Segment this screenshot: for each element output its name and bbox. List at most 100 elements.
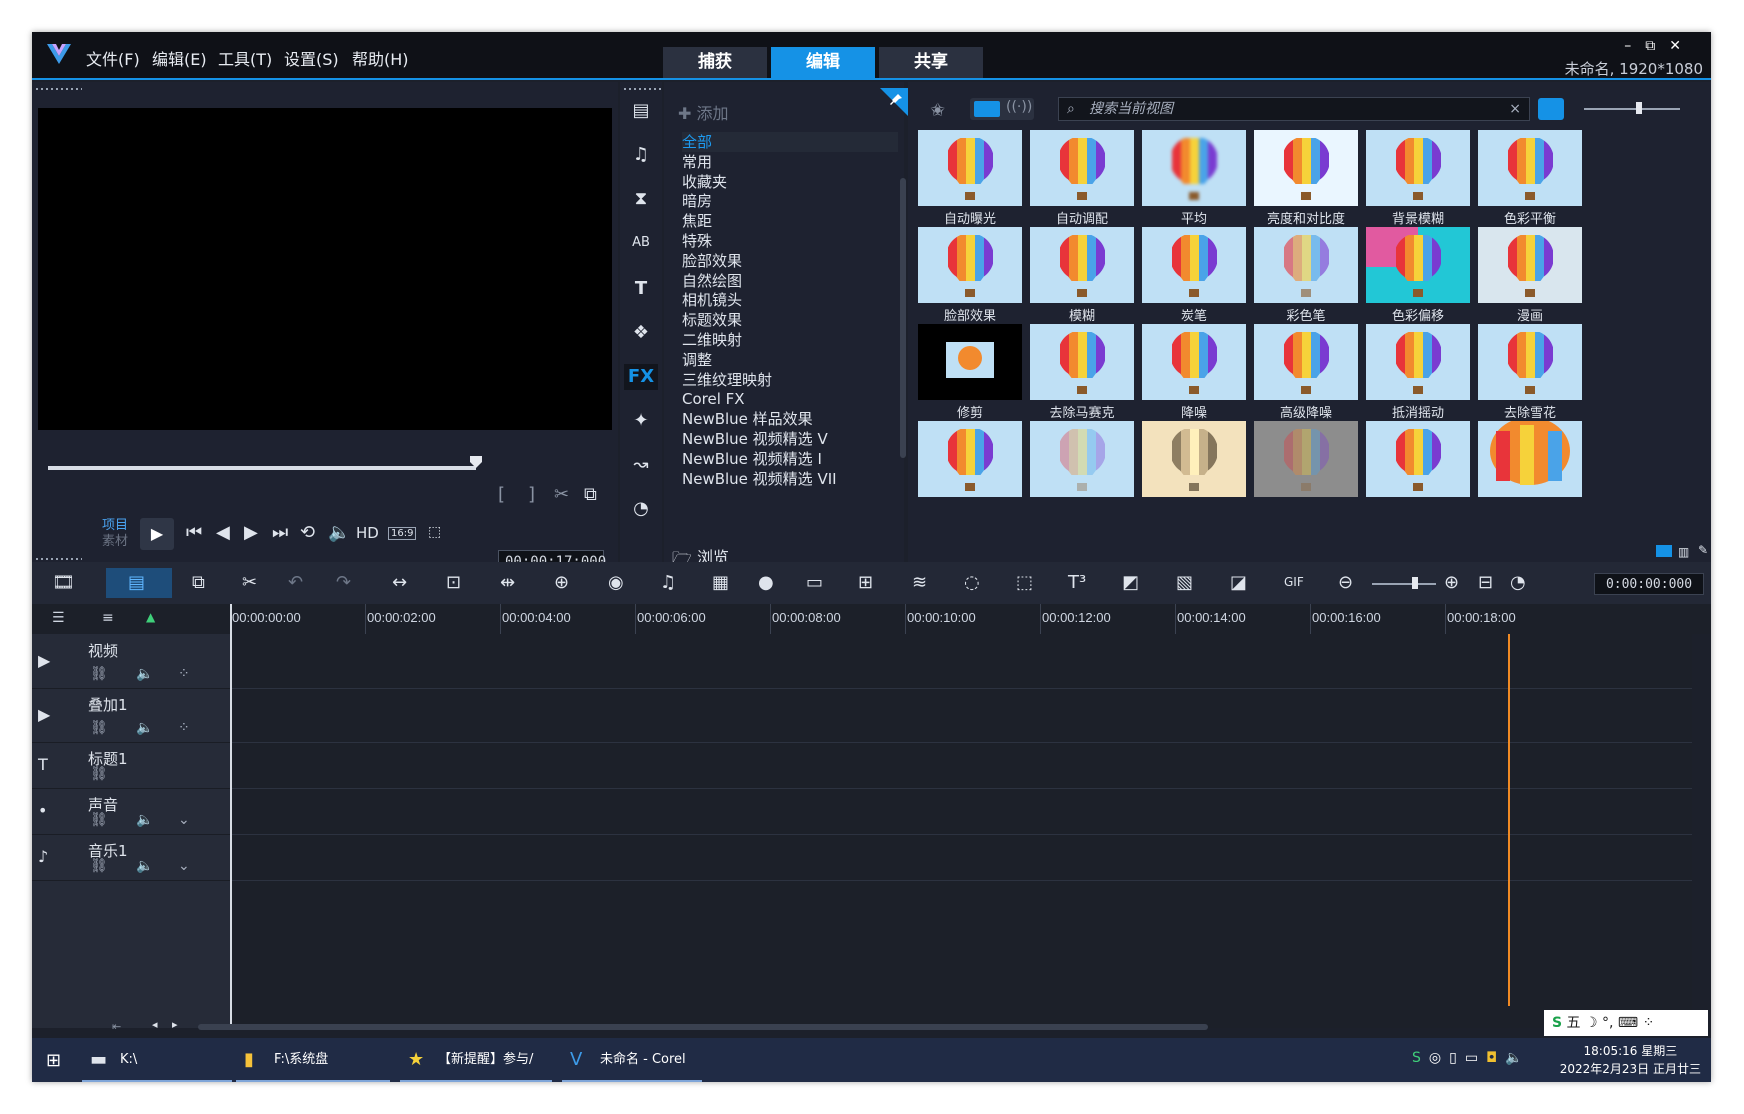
link-icon[interactable]: ⛓ — [90, 666, 108, 682]
add-category-button[interactable]: ✚ 添加 — [678, 100, 729, 124]
subtitle-icon[interactable]: ▭ — [806, 572, 823, 593]
link-icon[interactable]: ⛓ — [90, 766, 108, 782]
mute-icon[interactable]: 🔈 — [136, 858, 153, 874]
3d-title-icon[interactable]: T³ — [1068, 572, 1086, 593]
repeat-icon[interactable]: ⟲ — [300, 522, 315, 543]
effect-thumbnail[interactable]: 炭笔 — [1138, 223, 1250, 324]
list-view-icon[interactable] — [1538, 98, 1564, 120]
previous-frame-icon[interactable]: ◀ — [216, 522, 230, 543]
undo-icon[interactable]: ↶ — [288, 572, 303, 593]
thumbnail-size-handle[interactable] — [1636, 102, 1642, 114]
scene-detect-icon[interactable]: ⬚ — [1016, 572, 1033, 593]
fit-timeline-icon[interactable]: ⊟ — [1478, 572, 1493, 593]
volume-icon[interactable]: 🔈 — [328, 522, 350, 543]
category-item[interactable]: 常用 — [682, 152, 898, 172]
category-item[interactable]: 三维纹理映射 — [682, 370, 898, 390]
effect-thumbnail[interactable]: 抵消摇动 — [1362, 320, 1474, 421]
track-area[interactable] — [230, 634, 1692, 1028]
time-remap-icon[interactable]: ▧ — [1176, 572, 1193, 593]
category-item[interactable]: 自然绘图 — [682, 271, 898, 291]
mute-icon[interactable]: 🔈 — [136, 812, 153, 828]
category-item[interactable]: 调整 — [682, 350, 898, 370]
ime-toolbar[interactable]: S 五 ☽ °, ⌨ ⁘ — [1544, 1010, 1708, 1036]
thumbnail-size-slider[interactable] — [1584, 108, 1680, 110]
add-marker-icon[interactable]: ▲ — [146, 610, 155, 624]
category-item[interactable]: NewBlue 样品效果 — [682, 409, 898, 429]
mask-creator-icon[interactable]: ◩ — [1122, 572, 1139, 593]
clear-search-icon[interactable]: × — [1509, 98, 1521, 120]
move-icon[interactable]: ⊕ — [554, 572, 569, 593]
panel-grip[interactable] — [36, 88, 82, 90]
storyboard-view-icon[interactable]: 🎞 — [52, 572, 75, 593]
link-icon[interactable]: ⛓ — [90, 858, 108, 874]
effect-thumbnail[interactable]: 色彩偏移 — [1362, 223, 1474, 324]
motion-icon[interactable]: ✦ — [628, 408, 654, 434]
effect-thumbnail[interactable]: 亮度和对比度 — [1250, 126, 1362, 227]
network-app-icon[interactable]: ◎ — [1429, 1050, 1449, 1066]
category-item[interactable]: 标题效果 — [682, 310, 898, 330]
transition-icon[interactable]: ⧗ — [628, 186, 654, 212]
timeline-scrollbar[interactable] — [198, 1024, 1208, 1030]
zoom-slider-handle[interactable] — [1412, 577, 1418, 589]
ripple-icon[interactable]: ⁘ — [178, 666, 190, 682]
zoom-slider[interactable] — [1372, 583, 1436, 585]
graphics-icon[interactable]: ❖ — [628, 320, 654, 346]
effect-thumbnail[interactable]: 自动调配 — [1026, 126, 1138, 227]
motion-track-icon[interactable]: ≋ — [912, 572, 927, 593]
fx-icon[interactable]: FX — [624, 364, 658, 390]
title-icon[interactable]: AB — [628, 230, 654, 256]
mute-icon[interactable]: 🔈 — [136, 720, 153, 736]
ime-menu-icon[interactable]: ⁘ — [1643, 1015, 1655, 1031]
minimize-button[interactable]: – — [1624, 38, 1645, 54]
effect-thumbnail[interactable]: 背景模糊 — [1362, 126, 1474, 227]
timeline-ruler[interactable]: ☰ ≡ ▲ 00:00:00:00 00:00:02:00 00:00:04:00 0… — [32, 604, 1711, 634]
category-item[interactable]: 二维映射 — [682, 330, 898, 350]
category-scrollbar[interactable] — [900, 178, 906, 458]
mode-clip[interactable]: 素材 — [102, 534, 128, 550]
security-icon[interactable]: ◘ — [1486, 1050, 1505, 1066]
media-icon[interactable]: ▤ — [628, 98, 654, 124]
ime-moon-icon[interactable]: ☽ — [1585, 1015, 1598, 1031]
category-item[interactable]: NewBlue 视频精选 V — [682, 429, 898, 449]
split-view-icon[interactable]: ▥ — [1678, 545, 1689, 559]
effect-thumbnail[interactable] — [1138, 417, 1250, 513]
category-item[interactable]: 收藏夹 — [682, 172, 898, 192]
windows-start-icon[interactable]: ⊞ — [46, 1050, 61, 1071]
enlarge-preview-icon[interactable]: ⧉ — [584, 484, 597, 505]
split-icon[interactable]: ⇹ — [500, 572, 515, 593]
track-header[interactable]: ♪ 音乐1 ⛓ 🔈 ⌄ — [32, 834, 230, 881]
menu-tools[interactable]: 工具(T) — [218, 46, 272, 70]
ripple-icon[interactable]: ⁘ — [178, 720, 190, 736]
link-icon[interactable]: ⛓ — [90, 720, 108, 736]
pin-icon[interactable] — [880, 88, 908, 116]
speed-icon[interactable]: ◔ — [628, 496, 654, 522]
timeline-timecode[interactable]: 0:00:00:000 — [1594, 573, 1704, 595]
effect-thumbnail[interactable]: 降噪 — [1138, 320, 1250, 421]
effect-thumbnail[interactable]: 修剪 — [914, 320, 1026, 421]
audio-filter-icon[interactable]: ((·)) — [1006, 99, 1032, 115]
ime-mode[interactable]: 五 — [1567, 1015, 1581, 1031]
instant-project-icon[interactable]: ♫ — [628, 142, 654, 168]
effect-thumbnail[interactable]: 去除马赛克 — [1026, 320, 1138, 421]
edit-tools-icon[interactable]: ✂ — [242, 572, 257, 593]
ime-keyboard-icon[interactable]: ⌨ — [1618, 1015, 1638, 1031]
edit-view-icon[interactable]: ✎ — [1698, 543, 1708, 557]
taskbar-item[interactable]: V 未命名 - Corel Vid... — [562, 1038, 702, 1082]
category-item[interactable]: NewBlue 视频精选 I — [682, 449, 898, 469]
effect-thumbnail[interactable]: 脸部效果 — [914, 223, 1026, 324]
taskbar-item[interactable]: ▬ K:\ — [82, 1038, 232, 1082]
copy-attributes-icon[interactable]: ⧉ — [192, 572, 205, 593]
category-item[interactable]: 相机镜头 — [682, 290, 898, 310]
scroll-to-start-icon[interactable]: ⇤ — [112, 1020, 121, 1033]
effect-thumbnail[interactable] — [1026, 417, 1138, 513]
restore-button[interactable]: ⧉ — [1645, 38, 1669, 54]
effect-thumbnail[interactable] — [1250, 417, 1362, 513]
close-button[interactable]: ✕ — [1669, 38, 1695, 54]
category-item[interactable]: 脸部效果 — [682, 251, 898, 271]
effect-thumbnail[interactable] — [914, 417, 1026, 513]
ime-punct-icon[interactable]: °, — [1602, 1015, 1613, 1031]
menu-file[interactable]: 文件(F) — [86, 46, 140, 70]
mark-in-icon[interactable]: [ — [498, 484, 505, 505]
auto-effect-icon[interactable]: ✬ — [930, 100, 945, 121]
track-header[interactable]: T 标题1 ⛓ — [32, 742, 230, 789]
